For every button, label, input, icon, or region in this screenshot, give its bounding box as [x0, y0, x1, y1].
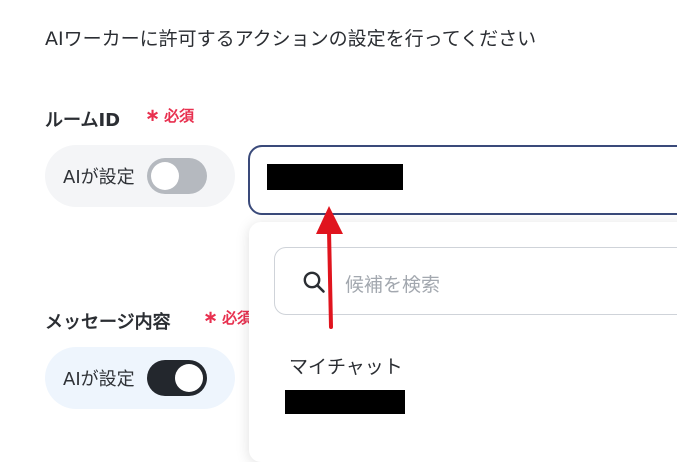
search-icon: [303, 271, 325, 293]
room-id-input[interactable]: [248, 145, 677, 215]
room-id-dropdown: 候補を検索 マイチャット: [249, 222, 677, 462]
message-required-badge: ∗ 必須: [203, 307, 253, 328]
toggle-switch[interactable]: [146, 360, 207, 396]
message-label: メッセージ内容: [45, 312, 171, 333]
instruction-text: AIワーカーに許可するアクションの設定を行ってください: [45, 28, 537, 50]
room-id-label: ルームID: [45, 110, 121, 131]
ai-toggle-label: AIが設定: [63, 167, 135, 188]
redacted-option-value: [285, 390, 405, 414]
redacted-value: [267, 164, 403, 190]
toggle-knob: [150, 162, 179, 190]
candidate-search-input[interactable]: 候補を検索: [274, 247, 677, 315]
search-placeholder: 候補を検索: [345, 274, 441, 296]
required-asterisk-icon: ∗: [203, 307, 219, 328]
ai-toggle-label: AIが設定: [63, 369, 135, 390]
toggle-knob: [174, 364, 203, 392]
room-id-ai-toggle[interactable]: AIが設定: [45, 145, 235, 207]
room-id-required-badge: ∗ 必須: [145, 105, 195, 126]
toggle-switch[interactable]: [146, 158, 207, 194]
dropdown-option-title[interactable]: マイチャット: [289, 352, 403, 379]
message-ai-toggle[interactable]: AIが設定: [45, 347, 235, 409]
required-asterisk-icon: ∗: [145, 105, 161, 126]
